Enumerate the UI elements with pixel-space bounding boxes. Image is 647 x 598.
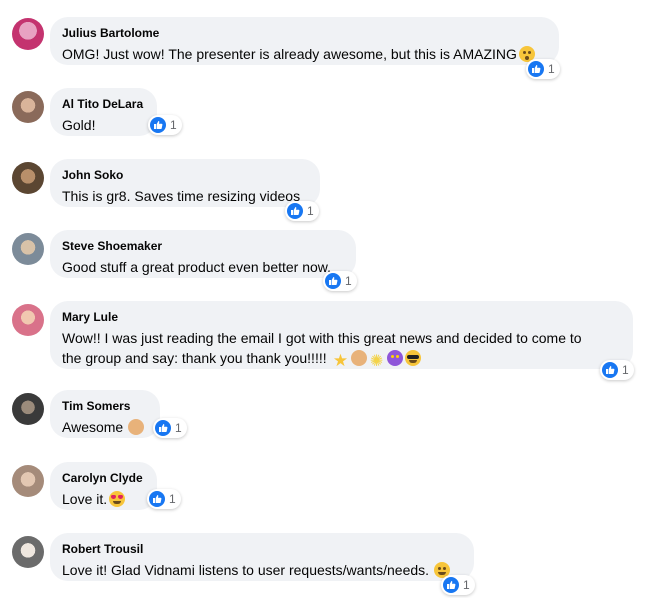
comment-bubble: Steve Shoemaker Good stuff a great produ… [50,230,356,278]
like-icon [155,420,171,436]
comment-text: Gold! [62,117,96,133]
comment-author[interactable]: Al Tito DeLara [62,96,145,112]
avatar[interactable] [12,162,44,194]
reaction-count[interactable]: 1 [153,418,187,438]
comment-bubble: Robert Trousil Love it! Glad Vidnami lis… [50,533,474,581]
clapping-hands-emoji-icon [350,350,367,366]
like-count: 1 [169,492,176,506]
avatar[interactable] [12,465,44,497]
like-count: 1 [307,204,314,218]
avatar[interactable] [12,233,44,265]
reaction-count[interactable]: 1 [148,115,182,135]
comment-text-line: Wow!! I was just reading the email I got… [62,330,582,346]
like-icon [150,117,166,133]
avatar[interactable] [12,18,44,50]
sunglasses-face-emoji-icon [404,350,421,366]
avatar[interactable] [12,393,44,425]
comment-text-line: the group and say: thank you thank you!!… [62,348,621,370]
avatar[interactable] [12,536,44,568]
comment-bubble: Tim Somers Awesome [50,390,160,438]
reaction-count[interactable]: 1 [526,59,560,79]
like-icon [602,362,618,378]
comment-author[interactable]: Carolyn Clyde [62,470,145,486]
comment-text: Good stuff a great product even better n… [62,259,332,275]
comment-bubble: Al Tito DeLara Gold! [50,88,157,136]
star-emoji-icon: ★ [332,351,349,370]
like-icon [149,491,165,507]
heart-eyes-emoji-icon [109,491,126,507]
comment-bubble: Mary Lule Wow!! I was just reading the e… [50,301,633,370]
comment-text: Love it! Glad Vidnami listens to user re… [62,560,462,580]
comment-bubble: Carolyn Clyde Love it. [50,462,157,510]
comment-bubble: John Soko This is gr8. Saves time resizi… [50,159,320,207]
clapping-hands-emoji-icon [128,419,145,435]
comment-text: Love it. [62,489,145,509]
comment-author[interactable]: Mary Lule [62,309,621,325]
reaction-count[interactable]: 1 [285,201,319,221]
like-icon [528,61,544,77]
comment-author[interactable]: Tim Somers [62,398,148,414]
like-count: 1 [170,118,177,132]
comment-bubble: Julius Bartolome OMG! Just wow! The pres… [50,17,559,65]
star-struck-emoji-icon [386,350,403,366]
like-count: 1 [345,274,352,288]
like-count: 1 [622,363,629,377]
comment-author[interactable]: Robert Trousil [62,541,462,557]
avatar[interactable] [12,304,44,336]
comment-author[interactable]: Steve Shoemaker [62,238,344,254]
comment-author[interactable]: John Soko [62,167,308,183]
comment-text: Awesome [62,417,148,437]
like-count: 1 [463,578,470,592]
comment-text: OMG! Just wow! The presenter is already … [62,44,547,64]
reaction-count[interactable]: 1 [600,360,634,380]
comment-author[interactable]: Julius Bartolome [62,25,547,41]
reaction-count[interactable]: 1 [323,271,357,291]
like-icon [325,273,341,289]
like-icon [287,203,303,219]
like-count: 1 [548,62,555,76]
reaction-count[interactable]: 1 [441,575,475,595]
avatar[interactable] [12,91,44,123]
reaction-count[interactable]: 1 [147,489,181,509]
glowing-star-emoji-icon: ✺ [369,353,384,370]
comment-text: Wow!! I was just reading the email I got… [62,328,621,370]
like-icon [443,577,459,593]
comment-text: This is gr8. Saves time resizing videos [62,188,301,204]
like-count: 1 [175,421,182,435]
